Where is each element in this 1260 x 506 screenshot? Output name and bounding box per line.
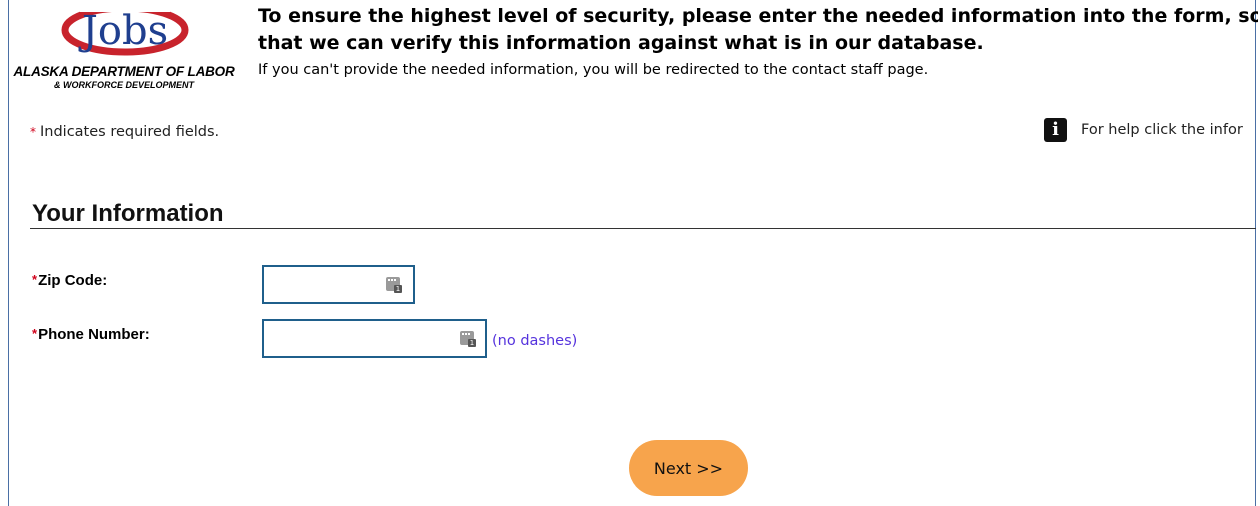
logo-agency-subtitle: & WORKFORCE DEVELOPMENT [53,80,194,90]
phone-format-hint: (no dashes) [492,333,578,349]
next-button[interactable]: Next >> [629,440,748,496]
required-note-text: Indicates required fields. [40,124,220,140]
page-border-right [1255,0,1256,506]
page-border-left [8,0,9,506]
info-icon[interactable]: i [1044,118,1067,142]
phone-number-input[interactable] [262,319,487,358]
section-title: Your Information [32,200,224,227]
logo-agency-name: ALASKA DEPARTMENT OF LABOR [13,64,235,79]
required-marker: * [32,272,38,287]
headline-line-1: To ensure the highest level of security,… [258,5,1258,27]
required-marker: * [30,125,36,139]
agency-logo: Jobs ALASKA DEPARTMENT OF LABOR & WORKFO… [10,0,238,96]
help-hint: i For help click the infor [1044,118,1255,144]
phone-number-label: *Phone Number: [32,326,150,343]
section-divider [30,228,1256,229]
required-marker: * [32,326,38,341]
headline-line-2: that we can verify this information agai… [258,32,984,54]
required-fields-note: * Indicates required fields. [30,124,219,140]
zip-code-label: *Zip Code: [32,272,107,289]
logo-wordmark: Jobs [78,8,168,54]
jobs-logo-icon: Jobs [61,0,189,56]
zip-code-label-text: Zip Code: [38,272,108,289]
page-headline: To ensure the highest level of security,… [258,3,1258,57]
redirect-note: If you can't provide the needed informat… [258,62,929,78]
phone-number-label-text: Phone Number: [38,326,150,343]
autofill-icon[interactable]: 1 [460,331,476,347]
autofill-icon[interactable]: 1 [386,277,402,293]
help-text: For help click the infor [1081,122,1243,138]
